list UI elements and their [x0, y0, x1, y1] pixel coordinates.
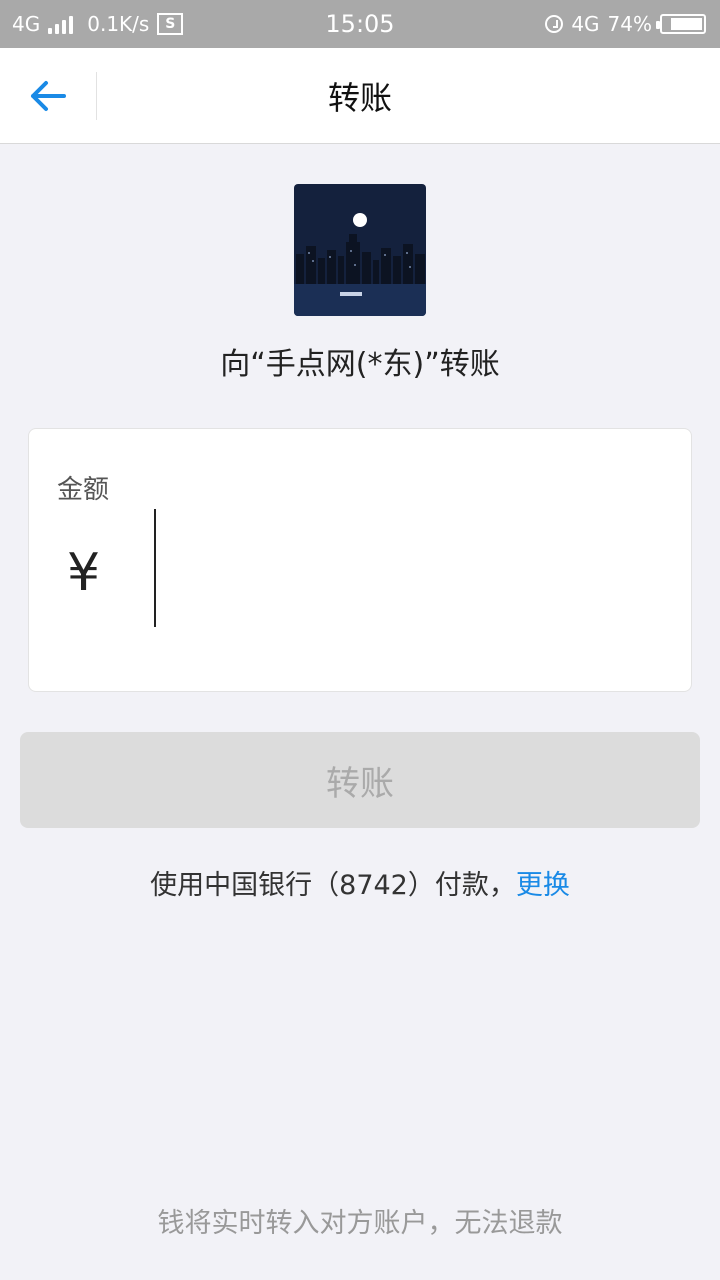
battery-percent: 74%	[607, 12, 652, 36]
transfer-button[interactable]: 转账	[20, 732, 700, 828]
recipient-avatar	[294, 184, 426, 316]
battery-icon	[656, 14, 706, 34]
alarm-icon	[545, 15, 564, 33]
text-cursor	[154, 509, 156, 627]
payment-method-text: 使用中国银行（8742）付款，	[150, 869, 516, 901]
amount-card: 金额 ¥	[28, 428, 692, 692]
recipient-label: 向“手点网(*东)”转账	[220, 347, 500, 382]
payment-info: 使用中国银行（8742）付款， 更换	[0, 860, 720, 904]
amount-label: 金额	[57, 475, 110, 505]
page-title: 转账	[327, 78, 392, 117]
city-night-image	[294, 184, 426, 316]
nav-bar: 转账	[0, 48, 720, 144]
status-right: 4G 74%	[545, 0, 706, 48]
network-type-right: 4G	[571, 12, 600, 36]
status-bar: 4G 0.1K/s S 15:05 4G 74%	[0, 0, 720, 48]
amount-input[interactable]	[153, 509, 657, 629]
currency-symbol: ¥	[67, 543, 101, 603]
footer-note: 钱将实时转入对方账户，无法退款	[157, 1207, 563, 1239]
change-payment-link[interactable]: 更换	[516, 863, 570, 902]
